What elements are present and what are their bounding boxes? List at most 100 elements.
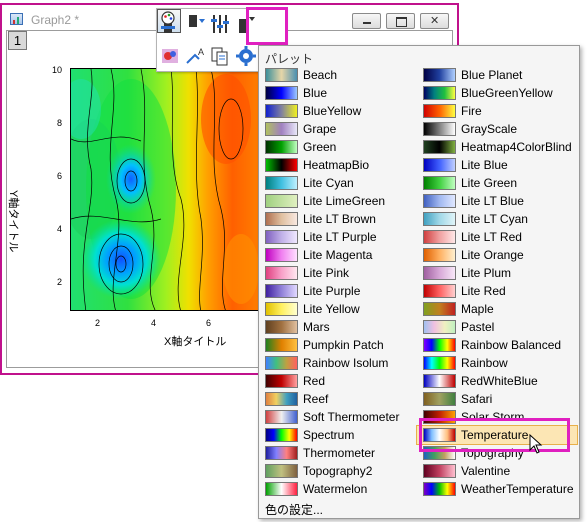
palette-item[interactable]: Lite Red xyxy=(417,282,577,300)
palette-item-label: Rainbow Isolum xyxy=(303,356,389,370)
palette-item[interactable]: Safari xyxy=(417,390,577,408)
window-title: Graph2 * xyxy=(31,13,80,27)
maximize-button[interactable] xyxy=(386,13,415,29)
palette-item[interactable]: Lite Purple xyxy=(259,282,419,300)
palette-item[interactable]: Lite LT Cyan xyxy=(417,210,577,228)
palette-item[interactable]: Lite Yellow xyxy=(259,300,419,318)
palette-swatch xyxy=(423,266,456,280)
palette-item[interactable]: Green xyxy=(259,138,419,156)
y-tick-label: 2 xyxy=(57,277,63,287)
palette-swatch xyxy=(423,212,456,226)
layer-tab[interactable]: 1 xyxy=(8,31,27,50)
palette-item[interactable]: Thermometer xyxy=(259,444,419,462)
palette-swatch xyxy=(265,302,298,316)
palette-item[interactable]: Blue xyxy=(259,84,419,102)
palette-item[interactable]: Rainbow xyxy=(417,354,577,372)
gear-icon[interactable] xyxy=(235,45,257,67)
minimize-button[interactable] xyxy=(352,13,381,29)
palette-item[interactable]: GrayScale xyxy=(417,120,577,138)
palette-item[interactable]: Spectrum xyxy=(259,426,419,444)
palette-item[interactable]: Lite Orange xyxy=(417,246,577,264)
palette-item[interactable]: Reef xyxy=(259,390,419,408)
palette-item-label: Lite Cyan xyxy=(303,176,354,190)
palette-item[interactable]: WeatherTemperature xyxy=(417,480,577,498)
palette-item-label: WeatherTemperature xyxy=(461,482,574,496)
palette-item[interactable]: Heatmap4ColorBlind xyxy=(417,138,577,156)
send-to-back-icon[interactable] xyxy=(185,13,207,35)
palette-item[interactable]: Lite LimeGreen xyxy=(259,192,419,210)
palette-item[interactable]: Lite Pink xyxy=(259,264,419,282)
colormap-icon[interactable] xyxy=(160,45,182,67)
color-settings-item[interactable]: 色の設定... xyxy=(265,501,323,518)
palette-item-label: Lite LT Brown xyxy=(303,212,376,226)
copy-format-icon[interactable] xyxy=(209,45,231,67)
palette-item[interactable]: Maple xyxy=(417,300,577,318)
y-axis-title[interactable]: Y軸タイトル xyxy=(6,190,22,252)
palette-item[interactable]: Beach xyxy=(259,66,419,84)
contour-plot[interactable] xyxy=(70,68,260,311)
palette-item-label: Grape xyxy=(303,122,337,136)
palette-item-label: Lite Pink xyxy=(303,266,350,280)
palette-item[interactable]: Topography2 xyxy=(259,462,419,480)
palette-item-label: Lite Blue xyxy=(461,158,508,172)
y-tick-label: 6 xyxy=(57,171,63,181)
palette-swatch xyxy=(265,158,298,172)
palette-item[interactable]: Pumpkin Patch xyxy=(259,336,419,354)
palette-button[interactable] xyxy=(157,9,181,33)
palette-swatch xyxy=(265,104,298,118)
contour-label-icon[interactable]: A xyxy=(185,45,207,67)
palette-item[interactable]: Soft Thermometer xyxy=(259,408,419,426)
palette-item[interactable]: BlueGreenYellow xyxy=(417,84,577,102)
palette-item-label: Fire xyxy=(461,104,482,118)
y-tick-label: 8 xyxy=(57,118,63,128)
palette-item[interactable]: Lite Cyan xyxy=(259,174,419,192)
palette-swatch xyxy=(265,428,298,442)
adjust-levels-icon[interactable] xyxy=(209,13,231,35)
palette-item-label: Red xyxy=(303,374,326,388)
palette-item-label: Lite LT Blue xyxy=(461,194,524,208)
palette-item[interactable]: Lite LT Blue xyxy=(417,192,577,210)
palette-item[interactable]: Lite LT Purple xyxy=(259,228,419,246)
palette-swatch xyxy=(423,356,456,370)
palette-item[interactable]: Lite Plum xyxy=(417,264,577,282)
palette-item-label: Lite Yellow xyxy=(303,302,360,316)
palette-swatch xyxy=(423,248,456,262)
palette-swatch xyxy=(265,122,298,136)
x-axis-title[interactable]: X軸タイトル xyxy=(164,333,226,349)
palette-item[interactable]: Blue Planet xyxy=(417,66,577,84)
palette-item[interactable]: Fire xyxy=(417,102,577,120)
palette-swatch xyxy=(265,392,298,406)
palette-swatch xyxy=(265,482,298,496)
palette-swatch xyxy=(265,68,298,82)
palette-item[interactable]: Watermelon xyxy=(259,480,419,498)
palette-item[interactable]: Rainbow Balanced xyxy=(417,336,577,354)
palette-item[interactable]: Grape xyxy=(259,120,419,138)
palette-item-label: Mars xyxy=(303,320,330,334)
palette-item-label: BlueYellow xyxy=(303,104,362,118)
palette-item[interactable]: Lite Green xyxy=(417,174,577,192)
palette-item-label: Lite LT Red xyxy=(461,230,522,244)
palette-item[interactable]: Valentine xyxy=(417,462,577,480)
palette-item[interactable]: Lite LT Brown xyxy=(259,210,419,228)
palette-item-label: Blue Planet xyxy=(461,68,523,82)
close-button[interactable] xyxy=(420,13,449,29)
palette-item[interactable]: Pastel xyxy=(417,318,577,336)
palette-item-label: GrayScale xyxy=(461,122,518,136)
palette-item[interactable]: HeatmapBio xyxy=(259,156,419,174)
palette-item[interactable]: Lite Magenta xyxy=(259,246,419,264)
palette-item-label: Lite LT Cyan xyxy=(461,212,528,226)
palette-item[interactable]: BlueYellow xyxy=(259,102,419,120)
palette-swatch xyxy=(265,194,298,208)
palette-item[interactable]: Lite Blue xyxy=(417,156,577,174)
palette-swatch xyxy=(423,230,456,244)
palette-item[interactable]: RedWhiteBlue xyxy=(417,372,577,390)
palette-item[interactable]: Mars xyxy=(259,318,419,336)
palette-item[interactable]: Rainbow Isolum xyxy=(259,354,419,372)
palette-item[interactable]: Red xyxy=(259,372,419,390)
palette-item-label: Watermelon xyxy=(303,482,368,496)
contour-svg xyxy=(71,69,259,310)
palette-swatch xyxy=(265,356,298,370)
palette-item[interactable]: Lite LT Red xyxy=(417,228,577,246)
palette-swatch xyxy=(423,482,456,496)
palette-swatch xyxy=(423,158,456,172)
